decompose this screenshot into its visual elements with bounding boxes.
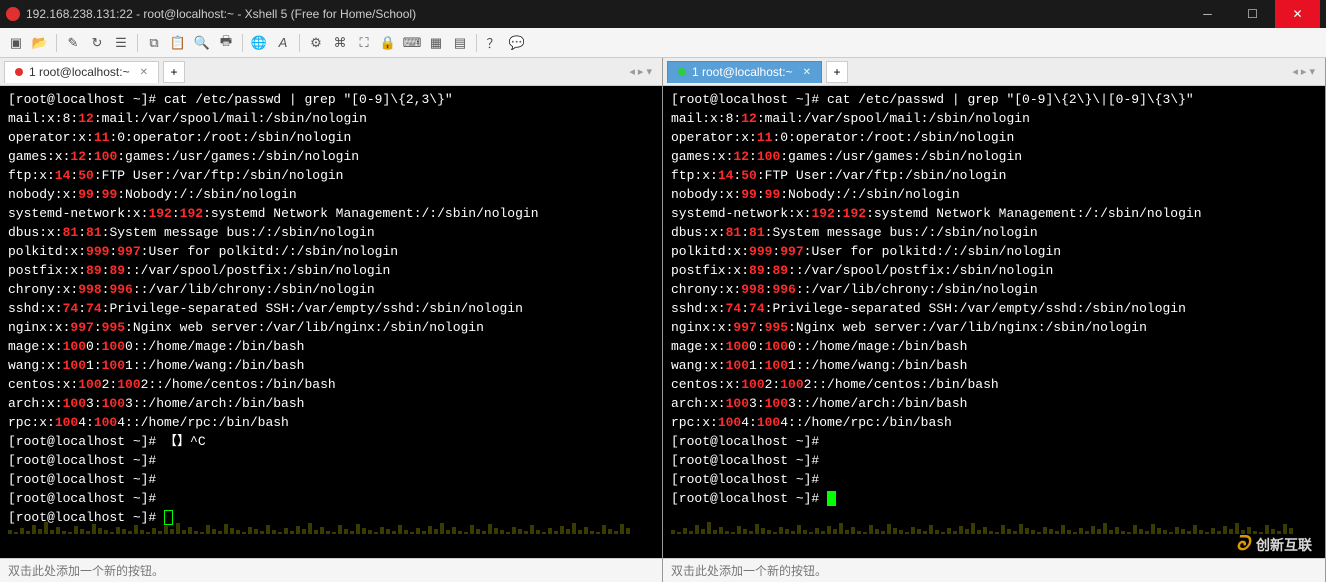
keyboard-icon[interactable]: ⌨ xyxy=(402,33,422,53)
tab-nav-arrows[interactable]: ◂ ▸ ▾ xyxy=(629,65,658,78)
right-footer[interactable]: 双击此处添加一个新的按钮。 xyxy=(663,558,1325,582)
copy-icon[interactable]: ⧉ xyxy=(144,33,164,53)
right-tab[interactable]: 1 root@localhost:~ ✕ xyxy=(667,61,822,83)
print-icon[interactable]: 🖶 xyxy=(216,33,236,53)
watermark-logo-icon: ᘐ xyxy=(1236,533,1250,556)
paste-icon[interactable]: 📋 xyxy=(168,33,188,53)
tab-label: 1 root@localhost:~ xyxy=(29,65,130,79)
left-pane: 1 root@localhost:~ ✕ + ◂ ▸ ▾ [root@local… xyxy=(0,58,663,582)
toolbar: ▣ 📂 ✎ ↻ ☰ ⧉ 📋 🔍 🖶 🌐 A ⚙ ⌘ ⛶ 🔒 ⌨ ▦ ▤ ？ 💬 xyxy=(0,28,1326,58)
fullscreen-icon[interactable]: ⛶ xyxy=(354,33,374,53)
right-pane: 1 root@localhost:~ ✕ + ◂ ▸ ▾ [root@local… xyxy=(663,58,1326,582)
right-terminal[interactable]: [root@localhost ~]# cat /etc/passwd | gr… xyxy=(663,86,1325,558)
tab-add-button[interactable]: + xyxy=(163,61,185,83)
left-tab[interactable]: 1 root@localhost:~ ✕ xyxy=(4,61,159,83)
tab-add-button[interactable]: + xyxy=(826,61,848,83)
watermark: ᘐ 创新互联 xyxy=(1236,533,1312,556)
tile-icon[interactable]: ▤ xyxy=(450,33,470,53)
left-footer[interactable]: 双击此处添加一个新的按钮。 xyxy=(0,558,662,582)
tab-nav-arrows[interactable]: ◂ ▸ ▾ xyxy=(1292,65,1321,78)
tab-close-icon[interactable]: ✕ xyxy=(140,67,148,78)
status-dot-icon xyxy=(15,68,23,76)
open-icon[interactable]: 📂 xyxy=(30,33,50,53)
watermark-text: 创新互联 xyxy=(1256,535,1312,555)
edit-icon[interactable]: ✎ xyxy=(63,33,83,53)
properties-icon[interactable]: ☰ xyxy=(111,33,131,53)
split-panes: 1 root@localhost:~ ✕ + ◂ ▸ ▾ [root@local… xyxy=(0,58,1326,582)
new-session-icon[interactable]: ▣ xyxy=(6,33,26,53)
window-titlebar: 192.168.238.131:22 - root@localhost:~ - … xyxy=(0,0,1326,28)
chat-icon[interactable]: 💬 xyxy=(507,33,527,53)
reconnect-icon[interactable]: ↻ xyxy=(87,33,107,53)
maximize-button[interactable]: ☐ xyxy=(1230,0,1275,28)
close-button[interactable]: ✕ xyxy=(1275,0,1320,28)
window-title: 192.168.238.131:22 - root@localhost:~ - … xyxy=(26,7,1185,21)
lock-icon[interactable]: 🔒 xyxy=(378,33,398,53)
synth-icon[interactable]: ⚙ xyxy=(306,33,326,53)
tab-close-icon[interactable]: ✕ xyxy=(803,67,811,78)
find-icon[interactable]: 🔍 xyxy=(192,33,212,53)
network-icon[interactable]: 🌐 xyxy=(249,33,269,53)
font-icon[interactable]: A xyxy=(273,33,293,53)
status-dot-icon xyxy=(678,68,686,76)
help-icon[interactable]: ？ xyxy=(483,33,503,53)
window-controls: ─ ☐ ✕ xyxy=(1185,0,1320,28)
screen-icon[interactable]: ▦ xyxy=(426,33,446,53)
left-terminal[interactable]: [root@localhost ~]# cat /etc/passwd | gr… xyxy=(0,86,662,558)
minimize-button[interactable]: ─ xyxy=(1185,0,1230,28)
tab-label: 1 root@localhost:~ xyxy=(692,65,793,79)
right-tabbar: 1 root@localhost:~ ✕ + ◂ ▸ ▾ xyxy=(663,58,1325,86)
app-icon xyxy=(6,7,20,21)
script-icon[interactable]: ⌘ xyxy=(330,33,350,53)
left-tabbar: 1 root@localhost:~ ✕ + ◂ ▸ ▾ xyxy=(0,58,662,86)
